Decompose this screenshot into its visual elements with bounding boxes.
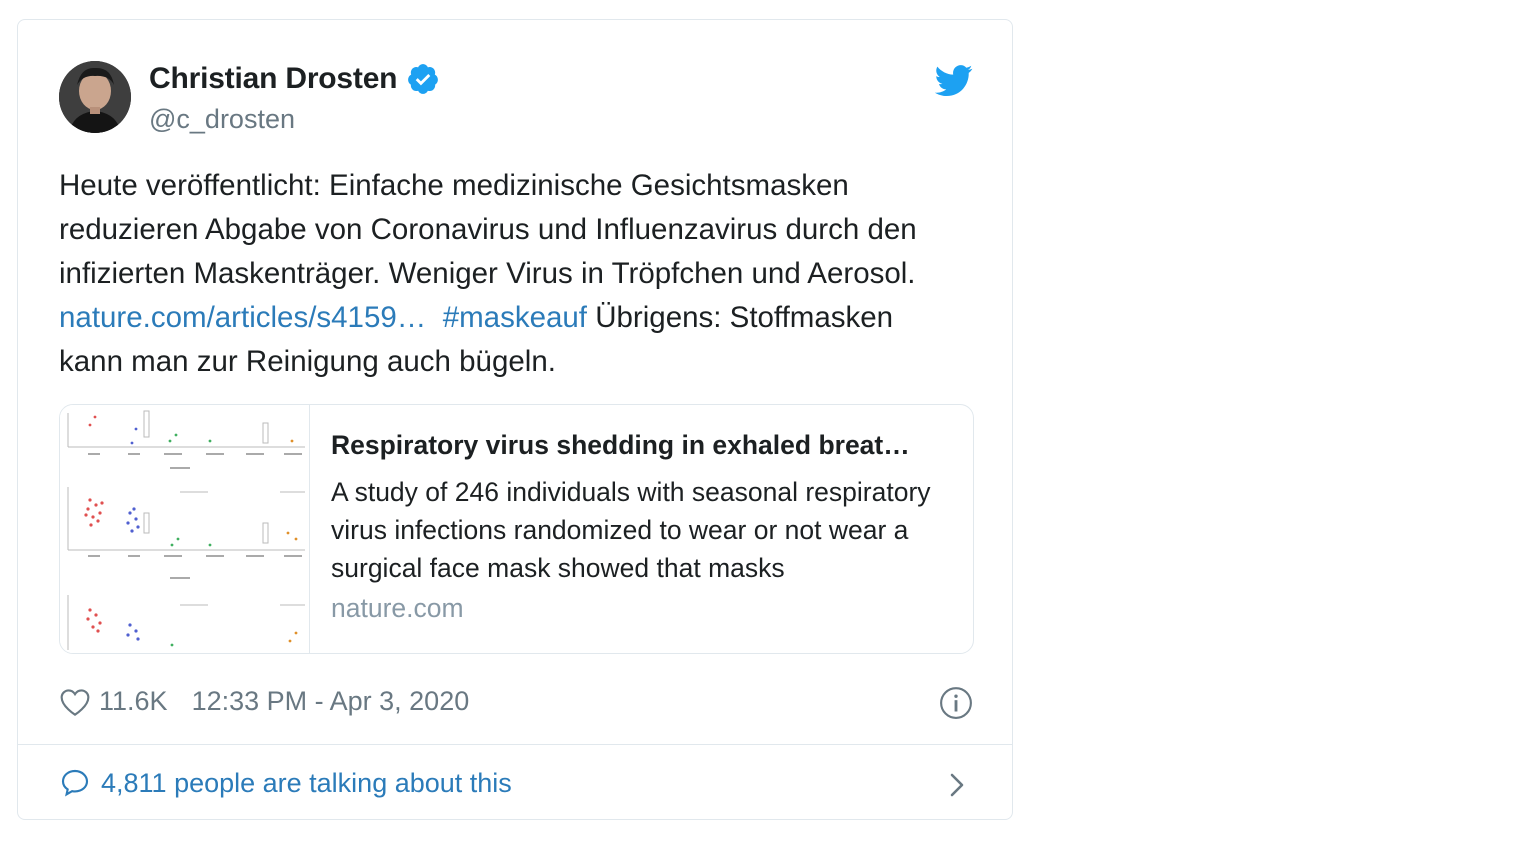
timestamp[interactable]: 12:33 PM - Apr 3, 2020 <box>192 686 470 717</box>
author-name-row[interactable]: Christian Drosten <box>149 62 440 96</box>
tweet-text: Heute veröffentlicht: Einfache medizinis… <box>59 164 959 384</box>
twitter-bird-icon[interactable] <box>934 64 973 98</box>
heart-icon[interactable] <box>59 687 91 717</box>
verified-badge-icon <box>406 62 440 96</box>
author-name[interactable]: Christian Drosten <box>149 62 398 96</box>
tweet-card: Christian Drosten @c_drosten Heute veröf… <box>17 19 1013 820</box>
preview-thumbnail[interactable] <box>60 405 310 653</box>
footer-divider <box>18 744 1012 745</box>
conversation-link[interactable]: 4,811 people are talking about this <box>59 767 512 799</box>
chevron-right-icon[interactable] <box>946 770 968 800</box>
like-count[interactable]: 11.6K <box>99 686 168 717</box>
tweet-meta: 11.6K 12:33 PM - Apr 3, 2020 <box>59 686 469 717</box>
hashtag-link[interactable]: #maskeauf <box>443 301 587 334</box>
info-icon[interactable] <box>939 686 973 720</box>
link-preview-card[interactable]: Respiratory virus shedding in exhaled br… <box>59 404 974 654</box>
tweet-link[interactable]: nature.com/articles/s4159… <box>59 301 426 334</box>
comment-bubble-icon <box>59 767 91 799</box>
preview-title[interactable]: Respiratory virus shedding in exhaled br… <box>331 430 951 461</box>
preview-description: A study of 246 individuals with seasonal… <box>331 477 931 583</box>
preview-domain: nature.com <box>331 593 464 623</box>
avatar[interactable] <box>59 61 131 133</box>
tweet-text-part1: Heute veröffentlicht: Einfache medizinis… <box>59 169 917 290</box>
conversation-text[interactable]: 4,811 people are talking about this <box>101 768 512 799</box>
author-handle[interactable]: @c_drosten <box>149 104 295 135</box>
